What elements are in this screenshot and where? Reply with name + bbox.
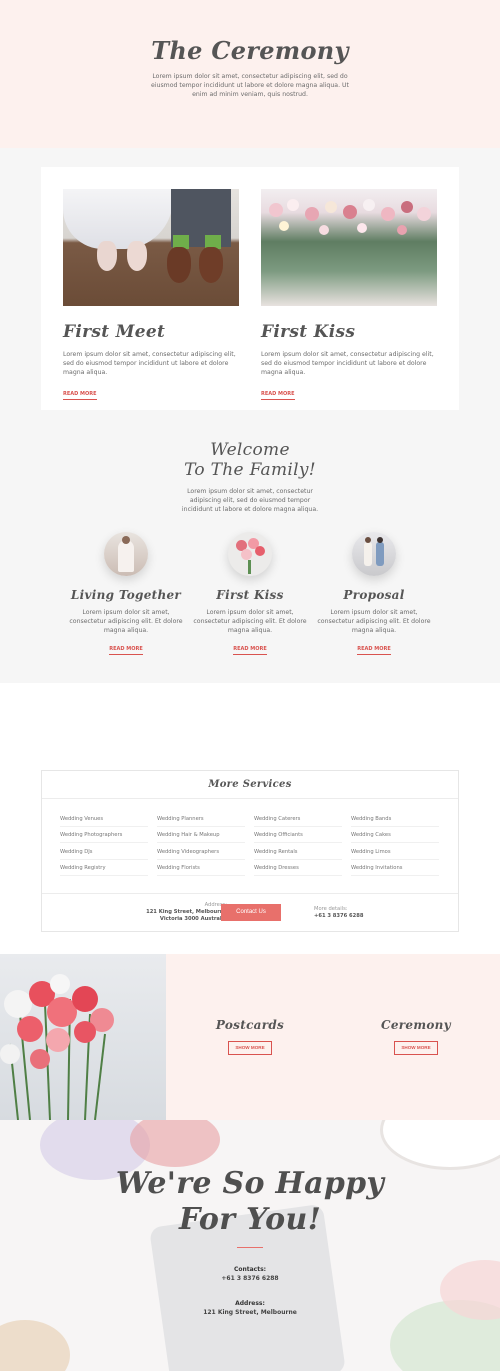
footer-hero: We're So Happy For You! Contacts: +61 3 … — [0, 1120, 500, 1371]
card-text: Lorem ipsum dolor sit amet, consectetur … — [63, 351, 236, 376]
service-link[interactable]: Wedding Cakes — [351, 832, 439, 843]
feature-title: First Kiss — [216, 588, 284, 602]
feature-text: Lorem ipsum dolor sit amet, consectetur … — [193, 609, 307, 634]
story-card-first-kiss: First Kiss Lorem ipsum dolor sit amet, c… — [261, 189, 437, 400]
read-more-link[interactable]: READ MORE — [357, 646, 391, 655]
welcome-text: Lorem ipsum dolor sit amet, consectetur … — [181, 488, 319, 513]
welcome-line-2: To The Family! — [184, 460, 316, 480]
services-title: More Services — [208, 779, 292, 790]
service-link[interactable]: Wedding Caterers — [254, 816, 342, 827]
footer-heading-line-1: We're So Happy — [115, 1166, 385, 1201]
feature-proposal: Proposal Lorem ipsum dolor sit amet, con… — [312, 532, 436, 655]
service-link[interactable]: Wedding Videographers — [157, 849, 245, 860]
hero-section: The Ceremony Lorem ipsum dolor sit amet,… — [0, 0, 500, 148]
welcome-heading: Welcome To The Family! — [0, 440, 500, 480]
contacts-value: +61 3 8376 6288 — [221, 1275, 279, 1282]
service-link[interactable]: Wedding Photographers — [60, 832, 148, 843]
footer-address: Address: 121 King Street, Melbourne — [0, 1299, 500, 1317]
flowers-avatar-photo — [228, 532, 272, 576]
feature-text: Lorem ipsum dolor sit amet, consectetur … — [69, 609, 183, 634]
read-more-link[interactable]: READ MORE — [63, 391, 97, 400]
feature-title: Proposal — [343, 588, 405, 602]
split-panel: Postcards SHOW MORE Ceremony SHOW MORE — [166, 954, 500, 1120]
welcome-line-1: Welcome — [210, 440, 290, 460]
divider — [42, 798, 458, 799]
address-value: 121 King Street, Melbourne — [203, 1309, 297, 1316]
service-link[interactable]: Wedding DJs — [60, 849, 148, 860]
address-line-1: 121 King Street, Melbourne — [146, 909, 227, 915]
address-line-2: Victoria 3000 Australia — [159, 916, 227, 922]
story-card-first-meet: First Meet Lorem ipsum dolor sit amet, c… — [63, 189, 239, 400]
footer-heading-line-2: For You! — [178, 1202, 322, 1237]
service-link[interactable]: Wedding Invitations — [351, 865, 439, 876]
address-label: Address: — [235, 1300, 265, 1307]
service-link[interactable]: Wedding Planners — [157, 816, 245, 827]
phone-number: +61 3 8376 6288 — [314, 913, 364, 919]
couple-avatar-photo — [352, 532, 396, 576]
card-text: Lorem ipsum dolor sit amet, consectetur … — [261, 351, 434, 376]
hero-text: Lorem ipsum dolor sit amet, consectetur … — [151, 73, 349, 98]
more-details-label: More details: — [314, 906, 348, 912]
feature-title: Living Together — [70, 588, 182, 602]
footer-heading: We're So Happy For You! — [0, 1166, 500, 1238]
ceremony-title: Ceremony — [381, 1018, 451, 1032]
service-link[interactable]: Wedding Limos — [351, 849, 439, 860]
services-panel: More Services Wedding Venues Wedding Pla… — [41, 770, 459, 932]
read-more-link[interactable]: READ MORE — [261, 391, 295, 400]
service-link[interactable]: Wedding Hair & Makeup — [157, 832, 245, 843]
footer-contacts: Contacts: +61 3 8376 6288 — [0, 1265, 500, 1283]
page-title: The Ceremony — [151, 36, 349, 65]
feature-text: Lorem ipsum dolor sit amet, consectetur … — [317, 609, 431, 634]
show-more-ceremony-button[interactable]: SHOW MORE — [394, 1041, 438, 1055]
service-link[interactable]: Wedding Dresses — [254, 865, 342, 876]
card-title: First Meet — [63, 322, 166, 342]
service-link[interactable]: Wedding Rentals — [254, 849, 342, 860]
show-more-postcards-button[interactable]: SHOW MORE — [228, 1041, 272, 1055]
read-more-link[interactable]: READ MORE — [109, 646, 143, 655]
contacts-label: Contacts: — [233, 1266, 267, 1273]
feature-first-kiss: First Kiss Lorem ipsum dolor sit amet, c… — [188, 532, 312, 655]
service-link[interactable]: Wedding Venues — [60, 816, 148, 827]
flower-garland-photo — [261, 189, 437, 306]
card-title: First Kiss — [261, 322, 356, 342]
carnation-bouquet-photo — [0, 954, 166, 1120]
services-address: Address: 121 King Street, Melbourne Vict… — [102, 902, 227, 923]
divider — [42, 893, 458, 894]
service-link[interactable]: Wedding Florists — [157, 865, 245, 876]
feature-living-together: Living Together Lorem ipsum dolor sit am… — [64, 532, 188, 655]
service-link[interactable]: Wedding Bands — [351, 816, 439, 827]
address-label: Address: — [204, 902, 227, 908]
wedding-shoes-photo — [63, 189, 239, 306]
bride-avatar-photo — [104, 532, 148, 576]
read-more-link[interactable]: READ MORE — [233, 646, 267, 655]
divider — [237, 1247, 263, 1248]
story-cards: First Meet Lorem ipsum dolor sit amet, c… — [41, 167, 459, 410]
service-link[interactable]: Wedding Officiants — [254, 832, 342, 843]
postcards-title: Postcards — [215, 1018, 285, 1032]
service-link[interactable]: Wedding Registry — [60, 865, 148, 876]
more-details: More details: +61 3 8376 6288 — [314, 906, 363, 920]
contact-us-button[interactable]: Contact Us — [221, 904, 281, 921]
